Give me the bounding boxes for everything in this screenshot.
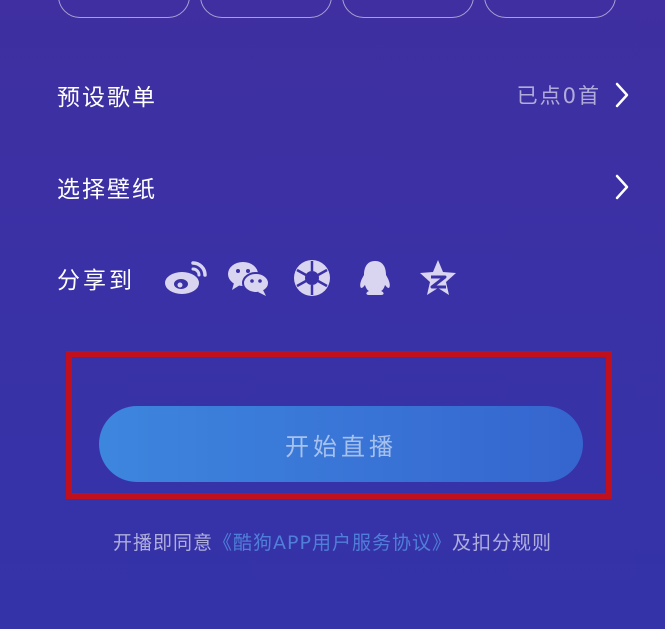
share-icons: [163, 258, 461, 298]
wallpaper-row[interactable]: 选择壁纸: [57, 170, 629, 204]
preset-playlist-count: 已点0首: [516, 84, 601, 108]
share-label: 分享到: [57, 268, 135, 294]
tag-chip[interactable]: [200, 0, 332, 18]
qzone-icon[interactable]: [415, 258, 461, 298]
tag-chip[interactable]: [484, 0, 616, 18]
wechat-icon[interactable]: [226, 258, 272, 298]
agreement-prefix: 开播即同意: [113, 532, 214, 554]
moments-icon[interactable]: [289, 258, 335, 298]
qq-icon[interactable]: [352, 258, 398, 298]
preset-playlist-row[interactable]: 预设歌单 已点0首: [57, 78, 629, 112]
weibo-icon[interactable]: [163, 258, 209, 298]
agreement-suffix: 及扣分规则: [451, 532, 552, 554]
tag-chip[interactable]: [342, 0, 474, 18]
tag-row: [58, 0, 616, 18]
chevron-right-icon: [615, 82, 629, 108]
chevron-right-icon: [615, 174, 629, 200]
start-live-label: 开始直播: [285, 432, 397, 461]
share-row: 分享到: [57, 258, 461, 298]
start-live-button[interactable]: 开始直播: [99, 406, 583, 482]
user-agreement-link[interactable]: 《酷狗APP用户服务协议》: [213, 532, 452, 554]
tag-chip[interactable]: [58, 0, 190, 18]
preset-playlist-label: 预设歌单: [57, 85, 157, 111]
agreement-text: 开播即同意《酷狗APP用户服务协议》及扣分规则: [0, 528, 665, 555]
wallpaper-label: 选择壁纸: [57, 177, 157, 203]
